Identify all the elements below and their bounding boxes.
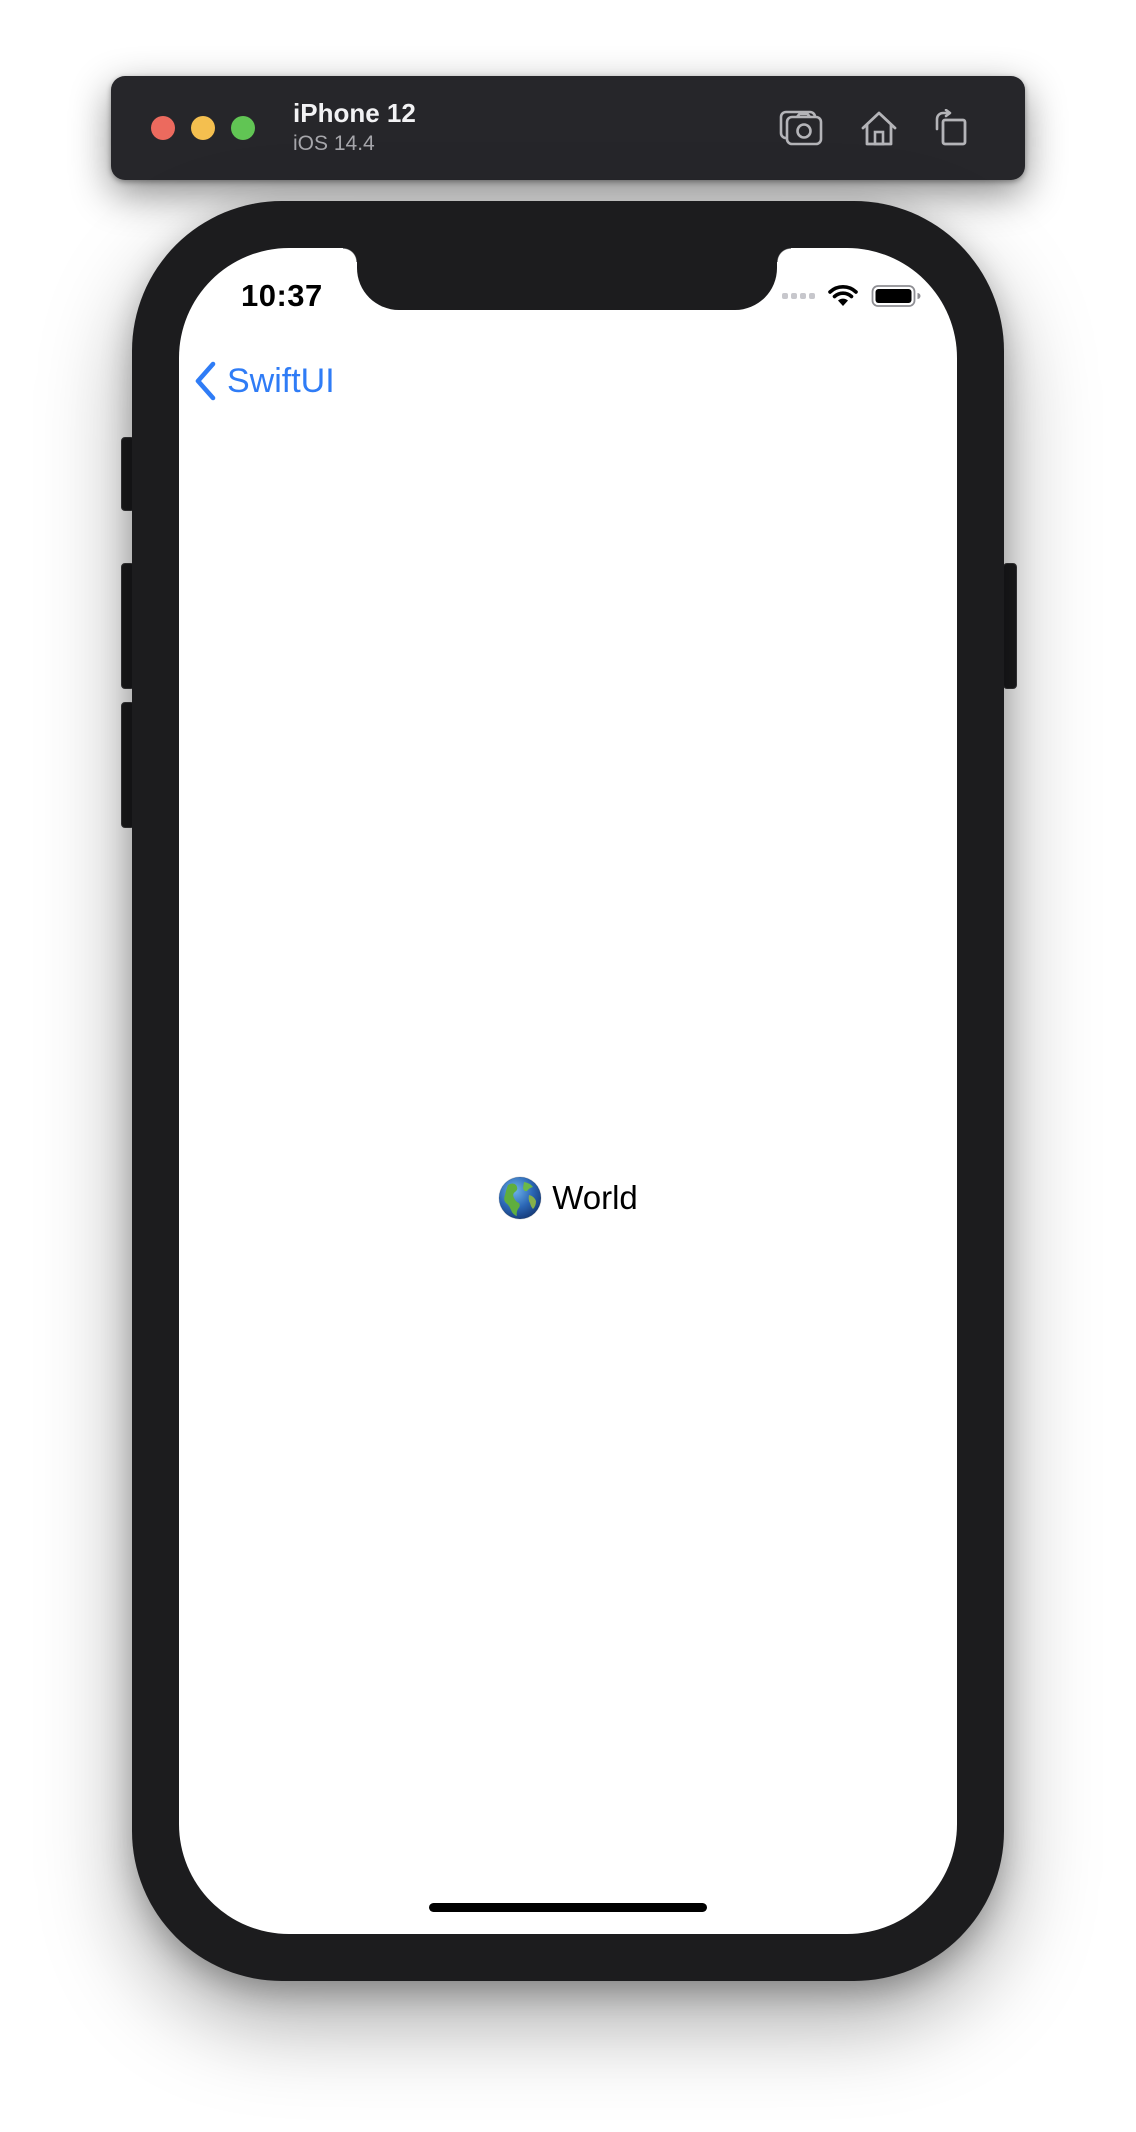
back-button-label: SwiftUI <box>227 361 335 400</box>
home-button[interactable] <box>855 104 903 152</box>
zoom-window-button[interactable] <box>231 116 255 140</box>
power-button[interactable] <box>1003 563 1017 689</box>
iphone-frame: 10:37 SwiftUI World <box>132 201 1004 1981</box>
wifi-icon <box>828 285 858 306</box>
home-indicator[interactable] <box>429 1903 707 1912</box>
cellular-signal-icon <box>782 293 815 299</box>
rotate-icon <box>935 109 967 146</box>
screenshot-button[interactable] <box>777 104 825 152</box>
screenshot-icon <box>779 110 823 146</box>
hello-text: World <box>179 1176 957 1220</box>
chevron-left-icon <box>195 361 216 401</box>
rotate-button[interactable] <box>927 104 975 152</box>
minimize-window-button[interactable] <box>191 116 215 140</box>
notch <box>343 248 791 310</box>
status-icons <box>782 284 921 308</box>
home-icon <box>861 111 897 146</box>
device-screen: 10:37 SwiftUI World <box>179 248 957 1934</box>
status-time: 10:37 <box>241 278 323 313</box>
globe-icon <box>498 1176 542 1220</box>
device-name: iPhone 12 <box>293 98 416 128</box>
close-window-button[interactable] <box>151 116 175 140</box>
simulator-title-bar: iPhone 12 iOS 14.4 <box>111 76 1025 180</box>
battery-icon <box>871 285 921 307</box>
os-version: iOS 14.4 <box>293 132 375 155</box>
back-button[interactable]: SwiftUI <box>193 360 335 402</box>
content-label: World <box>552 1179 638 1216</box>
